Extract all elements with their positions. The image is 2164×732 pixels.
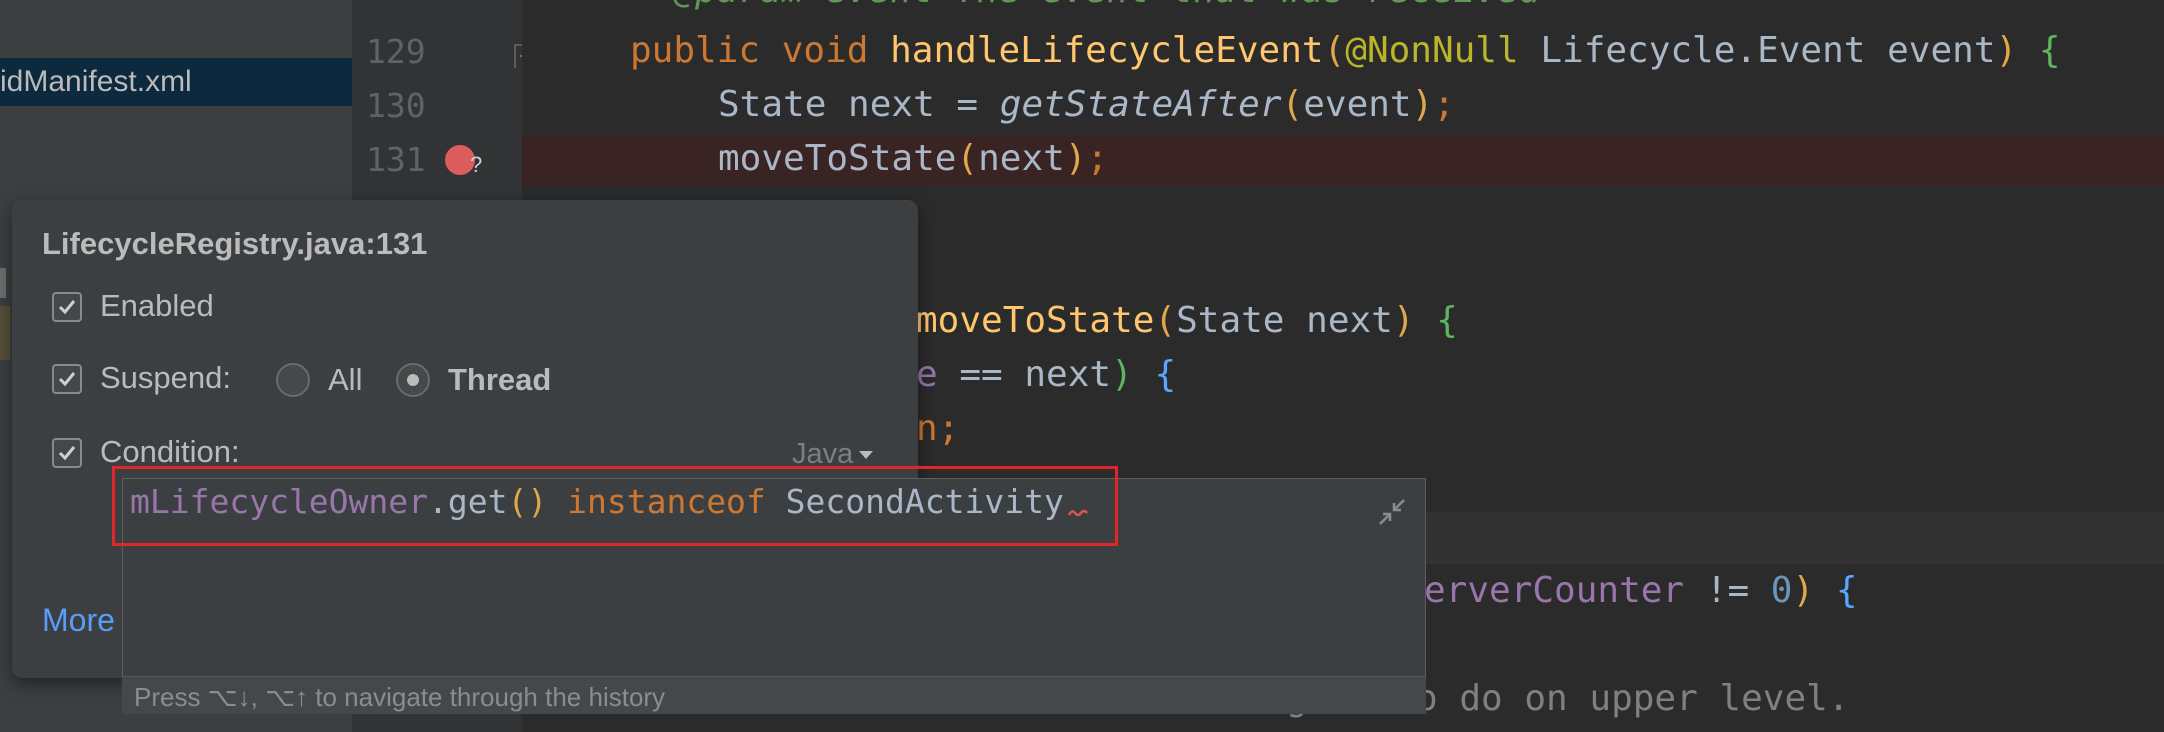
enabled-checkbox[interactable] — [52, 292, 82, 322]
code-line-return: n; — [916, 408, 959, 449]
code-token: moveToState — [916, 300, 1155, 341]
code-token: public void — [630, 30, 891, 71]
condition-checkbox[interactable] — [52, 438, 82, 468]
code-token: ) — [1995, 30, 2018, 71]
code-token: ) — [1411, 84, 1434, 125]
checkmark-icon — [58, 446, 76, 461]
code-line-131: moveToState(next); — [718, 138, 1108, 179]
code-token: { — [1132, 354, 1177, 395]
tree-selection-fragment — [0, 306, 10, 360]
code-line-observer-counter: erverCounter != 0) { — [1424, 570, 1858, 611]
code-token: event — [1303, 84, 1412, 125]
code-line-upper-level: o do on upper level. — [1416, 678, 1849, 719]
radio-selected-dot — [407, 374, 419, 386]
code-token: ( — [1323, 30, 1346, 71]
code-token: ) — [1792, 570, 1815, 611]
code-token: next — [978, 138, 1065, 179]
code-line-129: public void handleLifecycleEvent(@NonNul… — [630, 30, 2061, 71]
tree-item-label: idManifest.xml — [0, 65, 192, 98]
code-token: erverCounter — [1424, 570, 1685, 611]
condition-label: Condition: — [100, 434, 240, 469]
code-line-comment: * @param event The event that was receiv… — [630, 0, 1540, 11]
code-token: ( — [1154, 300, 1177, 341]
line-number-130: 130 — [366, 86, 426, 125]
code-token: ; — [1433, 84, 1455, 125]
code-token: ( — [956, 138, 979, 179]
code-token: ) — [1111, 354, 1133, 395]
code-token: ; — [1086, 138, 1109, 179]
collapse-icon[interactable] — [1374, 494, 1410, 530]
code-token: Lifecycle.Event event — [1540, 30, 1996, 71]
line-number-129: 129 — [366, 32, 426, 71]
code-token: e — [916, 354, 938, 395]
annotation-highlight-box — [112, 466, 1118, 546]
code-token: { — [2017, 30, 2061, 71]
suspend-checkbox[interactable] — [52, 364, 82, 394]
code-token: ( — [1281, 84, 1304, 125]
code-line-state-compare: e == next) { — [916, 354, 1176, 395]
breakpoint-condition-badge: ? — [470, 152, 483, 177]
code-token: State next — [1176, 300, 1393, 341]
suspend-all-label: All — [328, 362, 363, 397]
suspend-thread-radio[interactable] — [396, 363, 430, 397]
tree-item-fragment — [0, 268, 6, 298]
checkmark-icon — [58, 300, 76, 315]
enabled-label: Enabled — [100, 288, 214, 323]
popup-title: LifecycleRegistry.java:131 — [42, 226, 428, 261]
tree-item-android-manifest[interactable]: idManifest.xml — [0, 58, 352, 106]
code-token: o do on upper level. — [1416, 678, 1850, 719]
code-token: 0 — [1770, 570, 1793, 611]
code-token: n — [916, 408, 938, 449]
caret-line-highlight — [1426, 512, 2164, 564]
code-token: != — [1684, 570, 1771, 611]
code-line-130: State next = getStateAfter(event); — [718, 84, 1455, 125]
line-number-131: 131 — [366, 140, 426, 179]
suspend-thread-label: Thread — [448, 362, 552, 397]
code-token: ) — [1392, 300, 1415, 341]
code-token: == next — [937, 354, 1112, 395]
checkmark-icon — [58, 372, 76, 387]
code-token: { — [1414, 300, 1458, 341]
code-token: moveToState — [718, 138, 957, 179]
suspend-label: Suspend: — [100, 360, 231, 395]
code-token: { — [1814, 570, 1858, 611]
code-token: State next = — [718, 84, 1000, 125]
code-token: getStateAfter — [999, 84, 1282, 125]
dropdown-caret-icon — [859, 451, 874, 460]
code-token: handleLifecycleEvent — [890, 30, 1324, 71]
history-hint-text: Press ⌥↓, ⌥↑ to navigate through the his… — [134, 682, 666, 712]
suspend-all-radio[interactable] — [276, 363, 310, 397]
code-line-move-to-state: moveToState(State next) { — [916, 300, 1458, 341]
code-token: ) — [1064, 138, 1087, 179]
more-link[interactable]: More — [42, 602, 115, 639]
code-token: ; — [937, 408, 960, 449]
code-token: @NonNull — [1345, 30, 1541, 71]
